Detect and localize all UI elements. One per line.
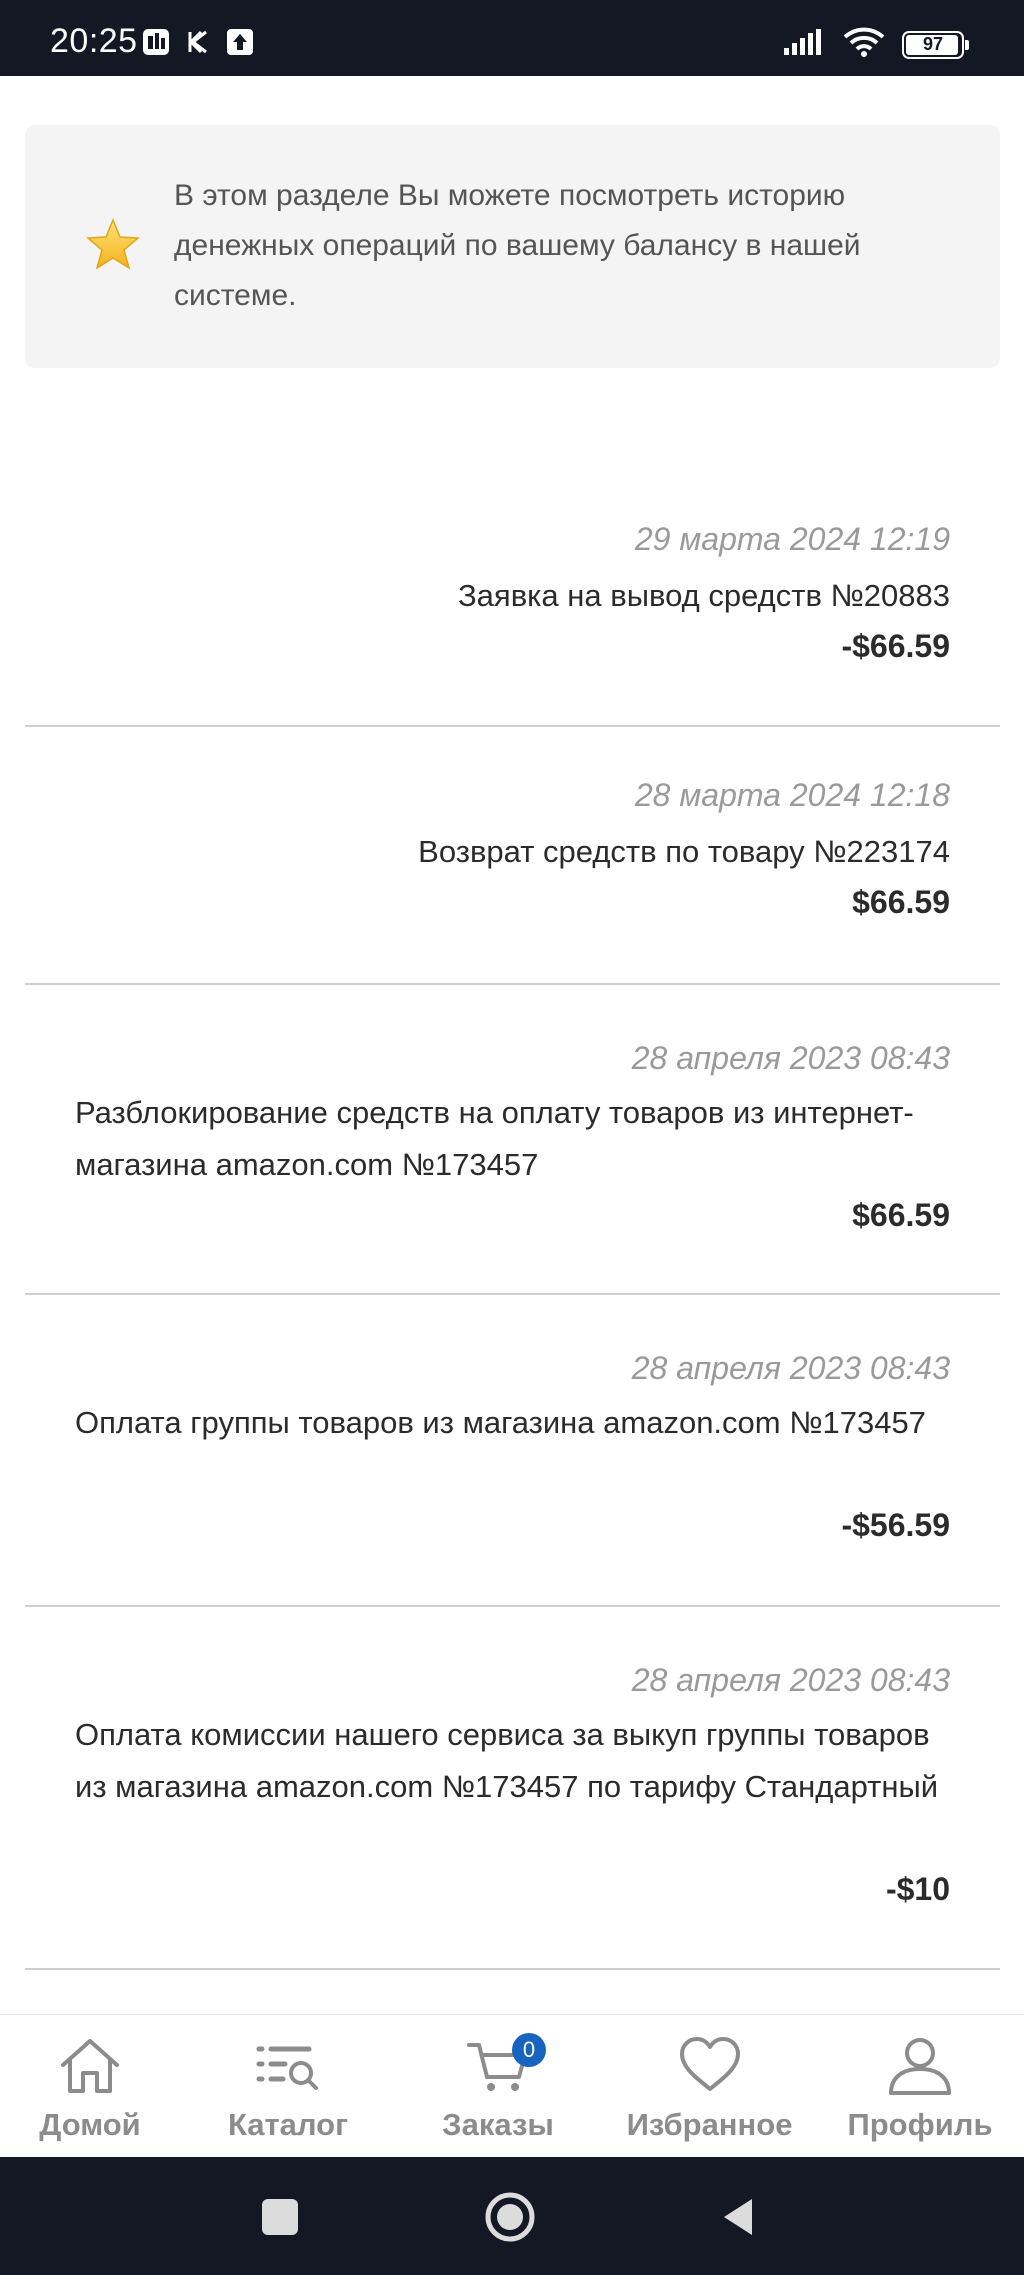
gallery-icon <box>142 28 170 56</box>
k-app-icon <box>184 28 212 56</box>
nav-home-label: Домой <box>39 2107 141 2142</box>
transaction-item: 28 марта 2024 12:18 Возврат средств по т… <box>25 727 1000 985</box>
battery-icon: 97 <box>902 30 969 59</box>
home-icon <box>61 2039 119 2093</box>
transaction-description: Возврат средств по товару №223174 <box>418 834 950 869</box>
back-triangle-icon <box>724 2199 752 2235</box>
transaction-item: 28 апреля 2023 08:43 Разблокирование сре… <box>25 985 1000 1295</box>
status-left-icons <box>142 28 254 56</box>
catalog-icon <box>256 2046 318 2090</box>
transaction-amount: -$10 <box>885 1871 950 1907</box>
transaction-amount: -$56.59 <box>841 1507 950 1543</box>
transaction-date: 29 марта 2024 12:19 <box>634 521 950 557</box>
profile-icon <box>889 2038 951 2095</box>
nav-favorites-label: Избранное <box>626 2107 793 2142</box>
transaction-item: 29 марта 2024 12:19 Заявка на вывод сред… <box>25 500 1000 727</box>
transaction-description: Заявка на вывод средств №20883 <box>457 578 950 613</box>
nav-home[interactable]: Домой <box>20 2015 160 2158</box>
transaction-date: 28 апреля 2023 08:43 <box>631 1350 950 1386</box>
nav-orders[interactable]: 0 Заказы <box>428 2015 568 2158</box>
battery-level: 97 <box>922 34 944 54</box>
transaction-date: 28 марта 2024 12:18 <box>634 777 950 813</box>
nav-catalog[interactable]: Каталог <box>213 2015 363 2158</box>
star-icon <box>86 218 140 270</box>
signal-icon <box>782 28 826 61</box>
upload-icon <box>226 28 254 56</box>
nav-favorites[interactable]: Избранное <box>612 2015 807 2158</box>
status-time: 20:25 <box>50 22 138 60</box>
transaction-date: 28 апреля 2023 08:43 <box>631 1662 950 1698</box>
status-bar: 20:25 97 <box>0 0 1024 76</box>
orders-badge: 0 <box>512 2033 546 2067</box>
nav-orders-label: Заказы <box>442 2107 554 2142</box>
status-right-icons: 97 <box>782 26 969 63</box>
transaction-date: 28 апреля 2023 08:43 <box>631 1040 950 1076</box>
wifi-icon <box>842 26 886 63</box>
transaction-description: Оплата комиссии нашего сервиса за выкуп … <box>75 1717 939 1804</box>
nav-catalog-label: Каталог <box>227 2107 349 2142</box>
transaction-description: Оплата группы товаров из магазина amazon… <box>75 1405 926 1440</box>
transaction-item: 28 апреля 2023 08:43 Оплата группы товар… <box>25 1295 1000 1607</box>
home-button[interactable] <box>480 2187 540 2247</box>
recent-apps-button[interactable] <box>250 2187 310 2247</box>
back-button[interactable] <box>710 2187 770 2247</box>
circle-icon <box>485 2192 535 2242</box>
bottom-nav: Домой Каталог 0 Заказы Избранное Профиль <box>0 2014 1024 2158</box>
transaction-amount: -$66.59 <box>841 628 950 664</box>
system-nav-bar <box>0 2157 1024 2275</box>
nav-profile-label: Профиль <box>847 2107 993 2142</box>
transaction-amount: $66.59 <box>852 1197 950 1233</box>
square-icon <box>262 2199 298 2235</box>
transaction-amount: $66.59 <box>852 884 950 920</box>
info-box: В этом разделе Вы можете посмотреть исто… <box>25 125 1000 368</box>
info-text: В этом разделе Вы можете посмотреть исто… <box>174 179 861 312</box>
heart-icon <box>679 2037 740 2091</box>
transaction-description: Разблокирование средств на оплату товаро… <box>75 1095 914 1182</box>
transaction-item: 28 апреля 2023 08:43 Оплата комиссии наш… <box>25 1607 1000 1970</box>
nav-profile[interactable]: Профиль <box>840 2015 1000 2158</box>
